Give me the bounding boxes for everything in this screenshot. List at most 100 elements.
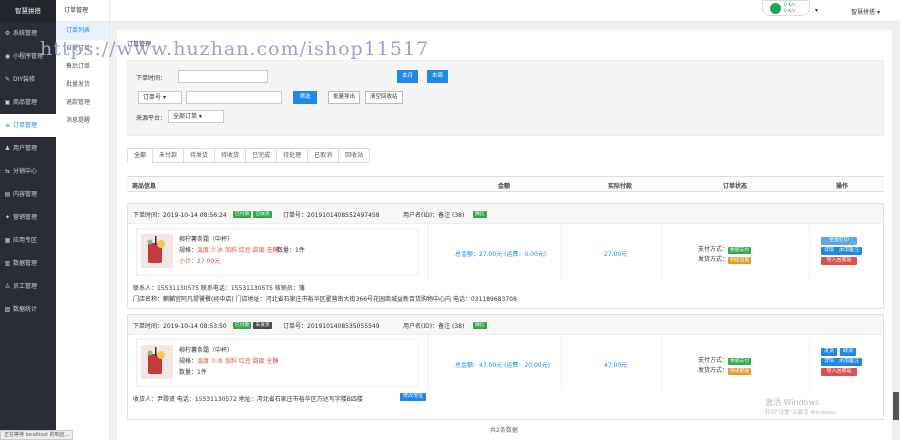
windows-activation-title: 激活 Windows xyxy=(765,398,820,407)
user-icon: ♟ xyxy=(4,145,11,152)
sidebar-item[interactable]: ▨ 数据统计 xyxy=(0,298,56,321)
edit-address-button[interactable]: 修改地址 xyxy=(400,393,427,401)
order-time: 下单时间：2019-10-14 08:56:24 xyxy=(133,212,227,219)
order-tab[interactable]: 待发货 xyxy=(183,148,216,163)
sidebar-item-label: 订单管理 xyxy=(13,122,38,129)
sidebar-item[interactable]: ✦ 营销管理 xyxy=(0,206,56,229)
order-tabs: 全部 未付款 待发货 待收货 已完成 待处理 已取消 回收站 xyxy=(127,148,371,163)
date-range-input[interactable] xyxy=(178,70,268,83)
submenu-item[interactable]: 消息提醒 xyxy=(56,112,109,130)
sidebar-item-label: 应用专区 xyxy=(13,237,38,244)
spec-label: 规格： xyxy=(179,358,198,365)
scrollbar[interactable] xyxy=(892,22,900,440)
content-icon: ▤ xyxy=(4,191,11,198)
app-logo: 智慧拼搭 xyxy=(0,0,56,22)
order-paid: 27.00元 xyxy=(604,251,628,258)
windows-activation-hint: 转到"设置"以激活 Windows。 xyxy=(765,410,841,416)
paid-badge: 已付款 xyxy=(233,322,252,329)
move-to-recycle-button[interactable]: 导入回收站 xyxy=(821,257,857,265)
order-paid: 47.00元 xyxy=(604,362,628,369)
sidebar-item[interactable]: ♙ 员工管理 xyxy=(0,275,56,298)
sidebar-item-label: 分销中心 xyxy=(13,168,38,175)
order-tab[interactable]: 回收站 xyxy=(338,148,371,163)
submenu-item[interactable]: 退款管理 xyxy=(56,94,109,112)
order-tab[interactable]: 已取消 xyxy=(307,148,340,163)
sidebar-item[interactable]: ⇆ 分销中心 xyxy=(0,160,56,183)
col-amount: 金额 xyxy=(498,183,511,190)
order-tab[interactable]: 待处理 xyxy=(276,148,309,163)
this-month-button[interactable]: 本月 xyxy=(397,70,419,83)
sidebar-item[interactable]: ▤ 内容管理 xyxy=(0,183,56,206)
sidebar-item[interactable]: ▦ 应用专区 xyxy=(0,229,56,252)
wechat-badge: 微信 xyxy=(473,322,487,329)
product-box: 柳柠薯条霜（中杯） 规格：温度 少冰 加料 红豆 甜度 无糖 数量：1件 小计：… xyxy=(136,228,419,276)
filter-time-label: 下单时间： xyxy=(136,75,167,82)
source-select[interactable]: 全部订单 ▾ xyxy=(168,110,224,123)
submenu-item[interactable]: 售后订单 xyxy=(56,58,109,76)
sidebar-item[interactable]: ▣ 商品管理 xyxy=(0,91,56,114)
data-icon: ▥ xyxy=(4,260,11,267)
sidebar-item-label: 用户管理 xyxy=(13,145,38,152)
add-note-button[interactable]: 添加备注 xyxy=(836,247,863,255)
order-time: 下单时间：2019-10-14 08:53:50 xyxy=(133,323,227,330)
product-image xyxy=(141,345,173,379)
pay-method-label: 支付方式： xyxy=(698,357,729,364)
sidebar-item[interactable]: ♟ 用户管理 xyxy=(0,137,56,160)
order-tab[interactable]: 已完成 xyxy=(245,148,278,163)
filter-panel: 下单时间： 本月 本周 订单号 ▾ 筛选 批量导出 清空回收站 来源平台： 全部… xyxy=(127,60,884,136)
user-menu[interactable]: 智慧拼搭 ▾ xyxy=(851,7,880,16)
paid-badge: 已付款 xyxy=(233,211,252,218)
scrollbar-thumb[interactable] xyxy=(893,392,899,420)
order-tab[interactable]: 待收货 xyxy=(214,148,247,163)
order-user: 用户名(ID)：备注 (38) xyxy=(403,212,465,219)
sidebar-item[interactable]: ▥ 数据管理 xyxy=(0,252,56,275)
order-user: 用户名(ID)：备注 (38) xyxy=(403,323,465,330)
add-note-button[interactable]: 添加备注 xyxy=(836,358,863,366)
browser-status-bar: 正在等待 localhost 的响应... xyxy=(0,430,74,440)
network-widget: 0 K/s 0 K/s xyxy=(762,0,810,16)
clear-recycle-button[interactable]: 清空回收站 xyxy=(365,91,403,104)
table-header: 商品信息 金额 实际付款 订单状态 操作 xyxy=(127,176,884,192)
search-input[interactable] xyxy=(186,91,282,104)
submenu-title: 订单管理 xyxy=(56,0,109,22)
pay-method-label: 支付方式： xyxy=(698,246,729,253)
sidebar-item-label: 内容管理 xyxy=(13,191,38,198)
contact-info: 联系人：15531130575 联系电话：15531130575 核销员：蒲 xyxy=(133,285,305,292)
stats-icon: ▨ xyxy=(4,306,11,313)
unshipped-badge: 未发货 xyxy=(253,322,272,329)
pay-method-badge: 余额支付 xyxy=(728,358,752,365)
search-button[interactable]: 筛选 xyxy=(293,91,317,104)
upload-speed: 0 K/s xyxy=(784,3,796,8)
miniapp-icon: ◉ xyxy=(4,53,11,60)
marketing-icon: ✦ xyxy=(4,214,11,221)
sidebar-item-label: 小程序管理 xyxy=(13,53,44,60)
submenu-item[interactable]: 批量发货 xyxy=(56,76,109,94)
sidebar-item[interactable]: ≡ 订单管理 xyxy=(0,114,56,137)
detail-button[interactable]: 详情 xyxy=(821,247,838,255)
order-tab[interactable]: 全部 xyxy=(127,148,154,163)
sidebar: 智慧拼搭 ⚙ 系统管理 ◉ 小程序管理 ✎ DIY装修 ▣ 商品管理 ≡ 订单管理 ♟ 用户管理 ⇆ 分销… xyxy=(0,0,56,440)
this-week-button[interactable]: 本周 xyxy=(427,70,449,83)
cancel-button[interactable]: 取消 xyxy=(840,348,857,356)
detail-button[interactable]: 详情 xyxy=(821,358,838,366)
ship-method-badge: 到店自提 xyxy=(728,257,752,264)
ship-button[interactable]: 发货 xyxy=(821,348,838,356)
batch-export-button[interactable]: 批量导出 xyxy=(328,91,361,104)
sidebar-item-label: 系统管理 xyxy=(13,30,38,37)
col-paid: 实际付款 xyxy=(608,183,633,190)
order-number: 订单号：2019101408535055549 xyxy=(283,323,380,330)
pay-method-badge: 余额支付 xyxy=(728,247,752,254)
order-card: 下单时间：2019-10-14 08:56:24 已付款 已收货 订单号：201… xyxy=(127,203,884,309)
product-spec: 温度 少冰 加料 红豆 甜度 无糖 xyxy=(197,247,279,254)
main-panel: 订单管理 下单时间： 本月 本周 订单号 ▾ 筛选 批量导出 清空回收站 来源平… xyxy=(117,30,892,440)
order-tab[interactable]: 未付款 xyxy=(152,148,185,163)
sidebar-item[interactable]: ✎ DIY装修 xyxy=(0,68,56,91)
print-all-button[interactable]: 全部打印 xyxy=(821,237,857,245)
user-menu-secondary[interactable]: ▾ xyxy=(815,7,818,14)
product-image xyxy=(141,234,173,268)
move-to-recycle-button[interactable]: 导入回收站 xyxy=(821,368,857,376)
product-qty: 数量：1件 xyxy=(179,369,207,376)
order-total: 总金额：47.00元 (运费：20.00元) xyxy=(455,362,550,369)
order-type-select[interactable]: 订单号 ▾ xyxy=(138,91,182,104)
gear-icon: ⚙ xyxy=(4,30,11,37)
